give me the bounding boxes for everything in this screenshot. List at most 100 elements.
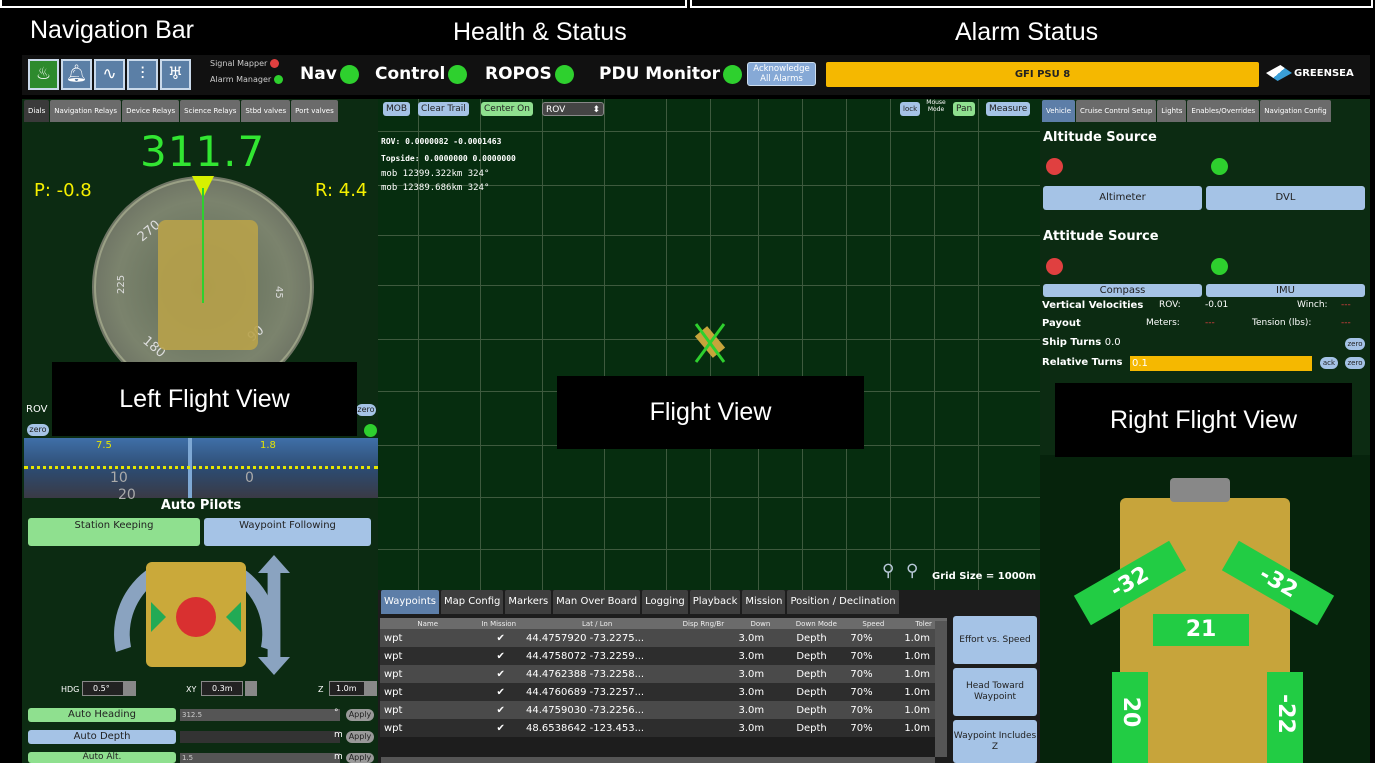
heartbeat-icon[interactable]: ∿ — [94, 59, 125, 90]
tab-cruise-control-setup[interactable]: Cruise Control Setup — [1076, 100, 1157, 122]
col-down-mode[interactable]: Down Mode — [786, 618, 847, 629]
zoom-out-icon[interactable]: ⚲ — [882, 561, 894, 581]
pan-button[interactable]: Pan — [953, 102, 976, 116]
status-pdu-monitor[interactable]: PDU Monitor — [599, 64, 743, 84]
z-tolerance-input[interactable]: 1.0m — [329, 681, 365, 696]
tab-man-over-board[interactable]: Man Over Board — [553, 590, 641, 614]
table-cell: 70% — [846, 701, 901, 719]
relative-turns-zero-button[interactable]: zero — [1345, 357, 1365, 369]
hdg-tolerance-input[interactable]: 0.5° — [82, 681, 124, 696]
table-cell[interactable]: ✔ — [475, 647, 522, 665]
grid-line-h — [378, 549, 1040, 550]
table-row[interactable]: wpt ✔ 44.4759030 -73.2256... 3.0m Depth 70% 1.… — [380, 701, 947, 719]
col-speed[interactable]: Speed — [846, 618, 901, 629]
tab-stbd-valves[interactable]: Stbd valves — [241, 100, 291, 122]
flame-icon[interactable]: ♨ — [28, 59, 59, 90]
grid-line-h — [378, 131, 1040, 132]
auto-depth-button[interactable]: Auto Depth — [28, 730, 176, 744]
acknowledge-all-alarms-button[interactable]: Acknowledge All Alarms — [747, 62, 816, 86]
altimeter-button[interactable]: Altimeter — [1043, 186, 1202, 210]
table-cell[interactable]: ✔ — [475, 701, 522, 719]
z-spinner[interactable] — [365, 681, 377, 696]
waypoint-includes-z-button[interactable]: Waypoint Includes Z — [953, 720, 1037, 763]
hdg-spinner[interactable] — [124, 681, 136, 696]
table-cell[interactable]: ✔ — [475, 683, 522, 701]
stethoscope-icon[interactable]: ♅ — [160, 59, 191, 90]
waypoint-following-button[interactable]: Waypoint Following — [204, 518, 371, 546]
auto-heading-button[interactable]: Auto Heading — [28, 708, 176, 722]
tab-markers[interactable]: Markers — [505, 590, 552, 614]
table-row[interactable]: wpt ✔ 48.6538642 -123.453... 3.0m Depth 70% 1.… — [380, 719, 947, 737]
col-lat-lon[interactable]: Lat / Lon — [522, 618, 673, 629]
table-cell[interactable]: ✔ — [475, 719, 522, 737]
compass-button[interactable]: Compass — [1043, 284, 1202, 297]
col-in-mission[interactable]: In Mission — [475, 618, 522, 629]
dvl-button[interactable]: DVL — [1206, 186, 1365, 210]
tab-playback[interactable]: Playback — [689, 590, 741, 614]
table-cell: Depth — [786, 719, 847, 737]
measure-button[interactable]: Measure — [986, 102, 1031, 116]
auto-alt-apply-button[interactable]: Apply — [346, 753, 374, 763]
sliders-icon[interactable]: ⫶ — [127, 59, 158, 90]
tab-lights[interactable]: Lights — [1157, 100, 1187, 122]
alarm-manager-status[interactable]: Alarm Manager — [210, 75, 283, 84]
mob-button[interactable]: MOB — [383, 102, 411, 116]
center-on-select[interactable]: ROV ⬍ — [542, 102, 604, 116]
ship-turns-zero-button[interactable]: zero — [1345, 338, 1365, 350]
left-zero-button[interactable]: zero — [27, 424, 49, 436]
tab-science-relays[interactable]: Science Relays — [180, 100, 241, 122]
auto-alt-input[interactable]: 1.5 — [180, 753, 340, 763]
right-zero-button[interactable]: zero — [356, 404, 376, 416]
relative-turns-ack-button[interactable]: ack — [1320, 357, 1338, 369]
auto-depth-unit: m — [334, 730, 343, 740]
auto-alt-button[interactable]: Auto Alt. — [28, 752, 176, 763]
table-row[interactable]: wpt ✔ 44.4758072 -73.2259... 3.0m Depth 70% 1.… — [380, 647, 947, 665]
table-scrollbar[interactable] — [935, 621, 947, 757]
tab-map-config[interactable]: Map Config — [441, 590, 504, 614]
tab-enables-overrides[interactable]: Enables/Overrides — [1187, 100, 1260, 122]
auto-depth-input[interactable] — [180, 731, 340, 743]
auto-heading-input[interactable]: 312.5 — [180, 709, 340, 721]
station-keeping-button[interactable]: Station Keeping — [28, 518, 200, 546]
status-nav[interactable]: Nav — [300, 64, 359, 84]
imu-button[interactable]: IMU — [1206, 284, 1365, 297]
bell-icon[interactable]: 🔔︎ — [61, 59, 92, 90]
tab-position-declination[interactable]: Position / Declination — [787, 590, 899, 614]
tab-port-valves[interactable]: Port valves — [291, 100, 338, 122]
table-h-scrollbar[interactable] — [381, 757, 935, 763]
tab-waypoints[interactable]: Waypoints — [381, 590, 440, 614]
zoom-in-icon[interactable]: ⚲ — [906, 561, 918, 581]
alarm-status-bar[interactable]: GFI PSU 8 — [826, 62, 1259, 87]
table-row[interactable]: wpt ✔ 44.4757920 -73.2275... 3.0m Depth 70% 1.… — [380, 629, 947, 647]
table-cell — [672, 629, 735, 647]
tab-dials[interactable]: Dials — [24, 100, 50, 122]
status-control[interactable]: Control — [375, 64, 468, 84]
center-on-button[interactable]: Center On — [481, 102, 533, 116]
xy-tolerance-input[interactable]: 0.3m — [201, 681, 243, 696]
table-row[interactable]: wpt ✔ 44.4760689 -73.2257... 3.0m Depth 70% 1.… — [380, 683, 947, 701]
lock-button[interactable]: lock — [900, 102, 921, 116]
auto-heading-apply-button[interactable]: Apply — [346, 709, 374, 721]
grid-line-v — [758, 99, 759, 590]
col-name[interactable]: Name — [380, 618, 476, 629]
clear-trail-button[interactable]: Clear Trail — [418, 102, 469, 116]
xy-spinner[interactable] — [245, 681, 257, 696]
table-row[interactable]: wpt ✔ 44.4762388 -73.2258... 3.0m Depth 70% 1.… — [380, 665, 947, 683]
tab-logging[interactable]: Logging — [642, 590, 688, 614]
effort-vs-speed-button[interactable]: Effort vs. Speed — [953, 616, 1037, 664]
status-ropos[interactable]: ROPOS — [485, 64, 574, 84]
head-toward-waypoint-button[interactable]: Head Toward Waypoint — [953, 668, 1037, 716]
tab-navigation-relays[interactable]: Navigation Relays — [50, 100, 122, 122]
auto-depth-apply-button[interactable]: Apply — [346, 731, 374, 743]
signal-mapper-status[interactable]: Signal Mapper — [210, 59, 279, 68]
table-cell[interactable]: ✔ — [475, 665, 522, 683]
tab-vehicle[interactable]: Vehicle — [1042, 100, 1076, 122]
relative-turns-bar: 0.1 — [1130, 356, 1312, 371]
tab-device-relays[interactable]: Device Relays — [122, 100, 180, 122]
table-cell[interactable]: ✔ — [475, 629, 522, 647]
tab-mission[interactable]: Mission — [742, 590, 786, 614]
tab-navigation-config[interactable]: Navigation Config — [1260, 100, 1331, 122]
rov-top-frame — [1170, 478, 1230, 502]
col-disp[interactable]: Disp Rng/Br — [672, 618, 735, 629]
col-down[interactable]: Down — [734, 618, 787, 629]
